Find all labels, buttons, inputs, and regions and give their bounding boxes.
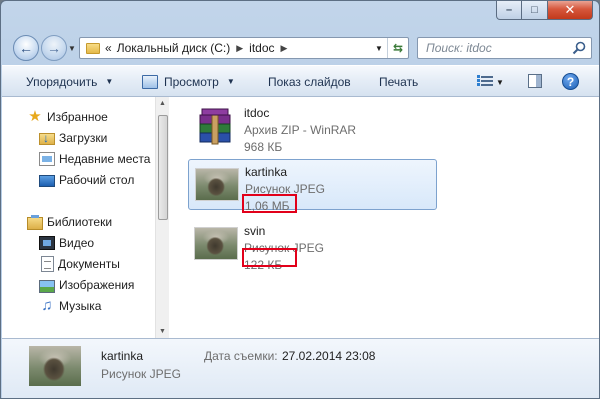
- file-item-itdoc[interactable]: itdoc Архив ZIP - WinRAR 968 КБ: [188, 101, 437, 154]
- images-icon: [39, 279, 55, 293]
- sidebar-item-label: Музыка: [59, 299, 102, 313]
- minimize-button[interactable]: –: [496, 1, 522, 20]
- sidebar-item-label: Библиотеки: [47, 215, 113, 229]
- details-file-type: Рисунок JPEG: [101, 367, 181, 381]
- chevron-down-icon[interactable]: ▼: [496, 78, 504, 87]
- slideshow-label: Показ слайдов: [268, 74, 351, 89]
- scroll-up-icon[interactable]: ▲: [159, 100, 166, 107]
- sidebar-item-label: Документы: [58, 257, 120, 271]
- jpeg-thumbnail: [194, 227, 238, 260]
- sidebar-item-music[interactable]: ♫ Музыка: [39, 296, 101, 316]
- recent-pages-dropdown[interactable]: ▼: [68, 44, 76, 53]
- scrollbar-thumb[interactable]: [158, 115, 168, 220]
- file-item-svin[interactable]: svin Рисунок JPEG 122 КБ: [188, 219, 437, 272]
- file-name: itdoc: [244, 106, 270, 120]
- navigation-pane: ★ Избранное Загрузки Недавние места Рабо…: [2, 97, 169, 338]
- command-bar: Упорядочить ▼ Просмотр ▼ Показ слайдов П…: [2, 65, 599, 97]
- sidebar-item-video[interactable]: Видео: [39, 233, 94, 253]
- details-date-value: 27.02.2014 23:08: [282, 349, 376, 363]
- details-file-name: kartinka: [101, 349, 144, 363]
- address-bar[interactable]: « Локальный диск (C:) ▶ itdoc ▶ ▼ ⇆: [79, 37, 409, 59]
- sidebar-item-label: Избранное: [47, 110, 108, 124]
- video-icon: [39, 236, 55, 250]
- back-arrow-icon: ←: [19, 40, 33, 56]
- breadcrumb-separator-icon[interactable]: ▶: [233, 43, 246, 54]
- breadcrumb-separator-icon[interactable]: ▶: [278, 43, 291, 54]
- chevron-down-icon: ▼: [105, 77, 114, 86]
- folder-icon: [86, 42, 100, 54]
- organize-button[interactable]: Упорядочить ▼: [26, 66, 113, 97]
- sidebar-item-label: Рабочий стол: [59, 173, 135, 187]
- file-size: 1,06 МБ: [245, 199, 290, 213]
- star-icon: ★: [28, 108, 42, 125]
- organize-label: Упорядочить: [26, 74, 98, 89]
- preview-pane-icon[interactable]: [528, 74, 542, 88]
- forward-arrow-icon: →: [47, 40, 61, 56]
- sidebar-item-desktop[interactable]: Рабочий стол: [39, 170, 134, 190]
- file-name: svin: [244, 224, 266, 238]
- sidebar-item-label: Видео: [59, 236, 95, 250]
- libraries-icon: [27, 214, 43, 230]
- sidebar-item-label: Загрузки: [59, 131, 108, 145]
- breadcrumb-itdoc[interactable]: itdoc: [246, 41, 277, 55]
- refresh-button[interactable]: ⇆: [387, 38, 408, 58]
- chevron-down-icon: ▼: [226, 77, 235, 86]
- downloads-icon: [39, 131, 55, 145]
- content-area: ★ Избранное Загрузки Недавние места Рабо…: [2, 97, 599, 338]
- forward-button[interactable]: →: [41, 35, 67, 61]
- sidebar-item-label: Недавние места: [59, 152, 151, 166]
- music-icon: ♫: [41, 297, 53, 314]
- details-pane: kartinka Рисунок JPEG Дата съемки: 27.02…: [2, 338, 599, 398]
- breadcrumb-local-disk[interactable]: Локальный диск (C:): [114, 41, 234, 55]
- print-label: Печать: [379, 74, 419, 89]
- details-date-label: Дата съемки:: [204, 349, 278, 363]
- winrar-archive-icon: [199, 108, 231, 145]
- file-size: 968 КБ: [244, 140, 283, 154]
- caption-buttons: – □ ✕: [496, 1, 593, 20]
- file-type: Рисунок JPEG: [244, 241, 324, 255]
- preview-button[interactable]: Просмотр ▼: [142, 66, 235, 97]
- file-size: 122 КБ: [244, 258, 283, 272]
- help-icon[interactable]: ?: [562, 73, 579, 90]
- sidebar-item-images[interactable]: Изображения: [39, 275, 134, 295]
- refresh-icon: ⇆: [392, 41, 404, 55]
- preview-label: Просмотр: [164, 74, 219, 89]
- file-name: kartinka: [245, 165, 288, 179]
- sidebar-item-recent-places[interactable]: Недавние места: [39, 149, 150, 169]
- search-input[interactable]: Поиск: itdoc: [417, 37, 592, 59]
- close-button[interactable]: ✕: [548, 1, 593, 20]
- documents-icon: [41, 256, 54, 272]
- desktop-icon: [39, 175, 55, 187]
- search-icon[interactable]: [572, 41, 586, 55]
- details-thumbnail: [29, 346, 81, 386]
- address-overflow[interactable]: «: [105, 41, 114, 55]
- file-type: Рисунок JPEG: [245, 182, 325, 196]
- navigation-scrollbar[interactable]: ▲ ▼: [155, 97, 169, 338]
- explorer-window: – □ ✕ ← → ▼ « Локальный диск (C:) ▶ itdo…: [0, 0, 600, 399]
- change-view-icon[interactable]: [477, 74, 493, 88]
- address-dropdown-icon[interactable]: ▼: [372, 38, 386, 58]
- sidebar-item-favorites[interactable]: ★ Избранное: [27, 107, 108, 127]
- file-type: Архив ZIP - WinRAR: [244, 123, 357, 137]
- back-button[interactable]: ←: [13, 35, 39, 61]
- file-item-kartinka[interactable]: kartinka Рисунок JPEG 1,06 МБ: [188, 159, 437, 213]
- sidebar-item-libraries[interactable]: Библиотеки: [27, 212, 112, 232]
- print-button[interactable]: Печать: [379, 66, 418, 97]
- slideshow-button[interactable]: Показ слайдов: [268, 66, 351, 97]
- preview-icon: [142, 74, 158, 89]
- sidebar-item-documents[interactable]: Документы: [39, 254, 120, 274]
- maximize-button[interactable]: □: [522, 1, 548, 20]
- sidebar-item-label: Изображения: [59, 278, 135, 292]
- sidebar-item-downloads[interactable]: Загрузки: [39, 128, 107, 148]
- recent-places-icon: [39, 152, 55, 166]
- search-placeholder: Поиск: itdoc: [426, 41, 492, 55]
- jpeg-thumbnail: [195, 168, 239, 201]
- scroll-down-icon[interactable]: ▼: [159, 328, 166, 335]
